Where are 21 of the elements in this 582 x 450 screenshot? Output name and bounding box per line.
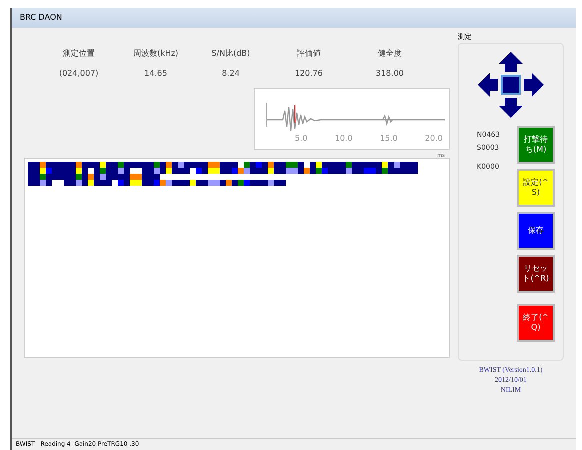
axis-tick-label: 15.0 [380,133,398,145]
action-button[interactable]: 設定(^S) [517,168,555,206]
measurement-value: 8.24 [222,68,240,80]
direction-pad-icon[interactable] [478,52,544,118]
measurement-value: 318.00 [376,68,404,80]
column-label: 測定位置 [63,48,95,60]
column-label: 評価値 [297,48,321,60]
action-button[interactable]: リセット(^R) [517,254,555,292]
column-label: 健全度 [378,48,402,60]
action-button[interactable]: 保存 [517,212,555,250]
measurement-value: 14.65 [144,68,168,80]
axis-tick-label: 20.0 [425,133,443,145]
axis-tick-label: 10.0 [335,133,353,145]
axis-tick-label: 5.0 [295,133,308,145]
action-button[interactable]: 終了(^Q) [517,304,555,342]
window-title: BRC DAON [12,8,576,28]
measurement-value: 120.76 [295,68,323,80]
column-label: 周波数(kHz) [133,48,179,60]
measurement-value: (024,007) [59,68,99,80]
action-button[interactable]: 打撃待ち(M) [517,126,555,164]
column-label: S/N比(dB) [212,48,250,60]
